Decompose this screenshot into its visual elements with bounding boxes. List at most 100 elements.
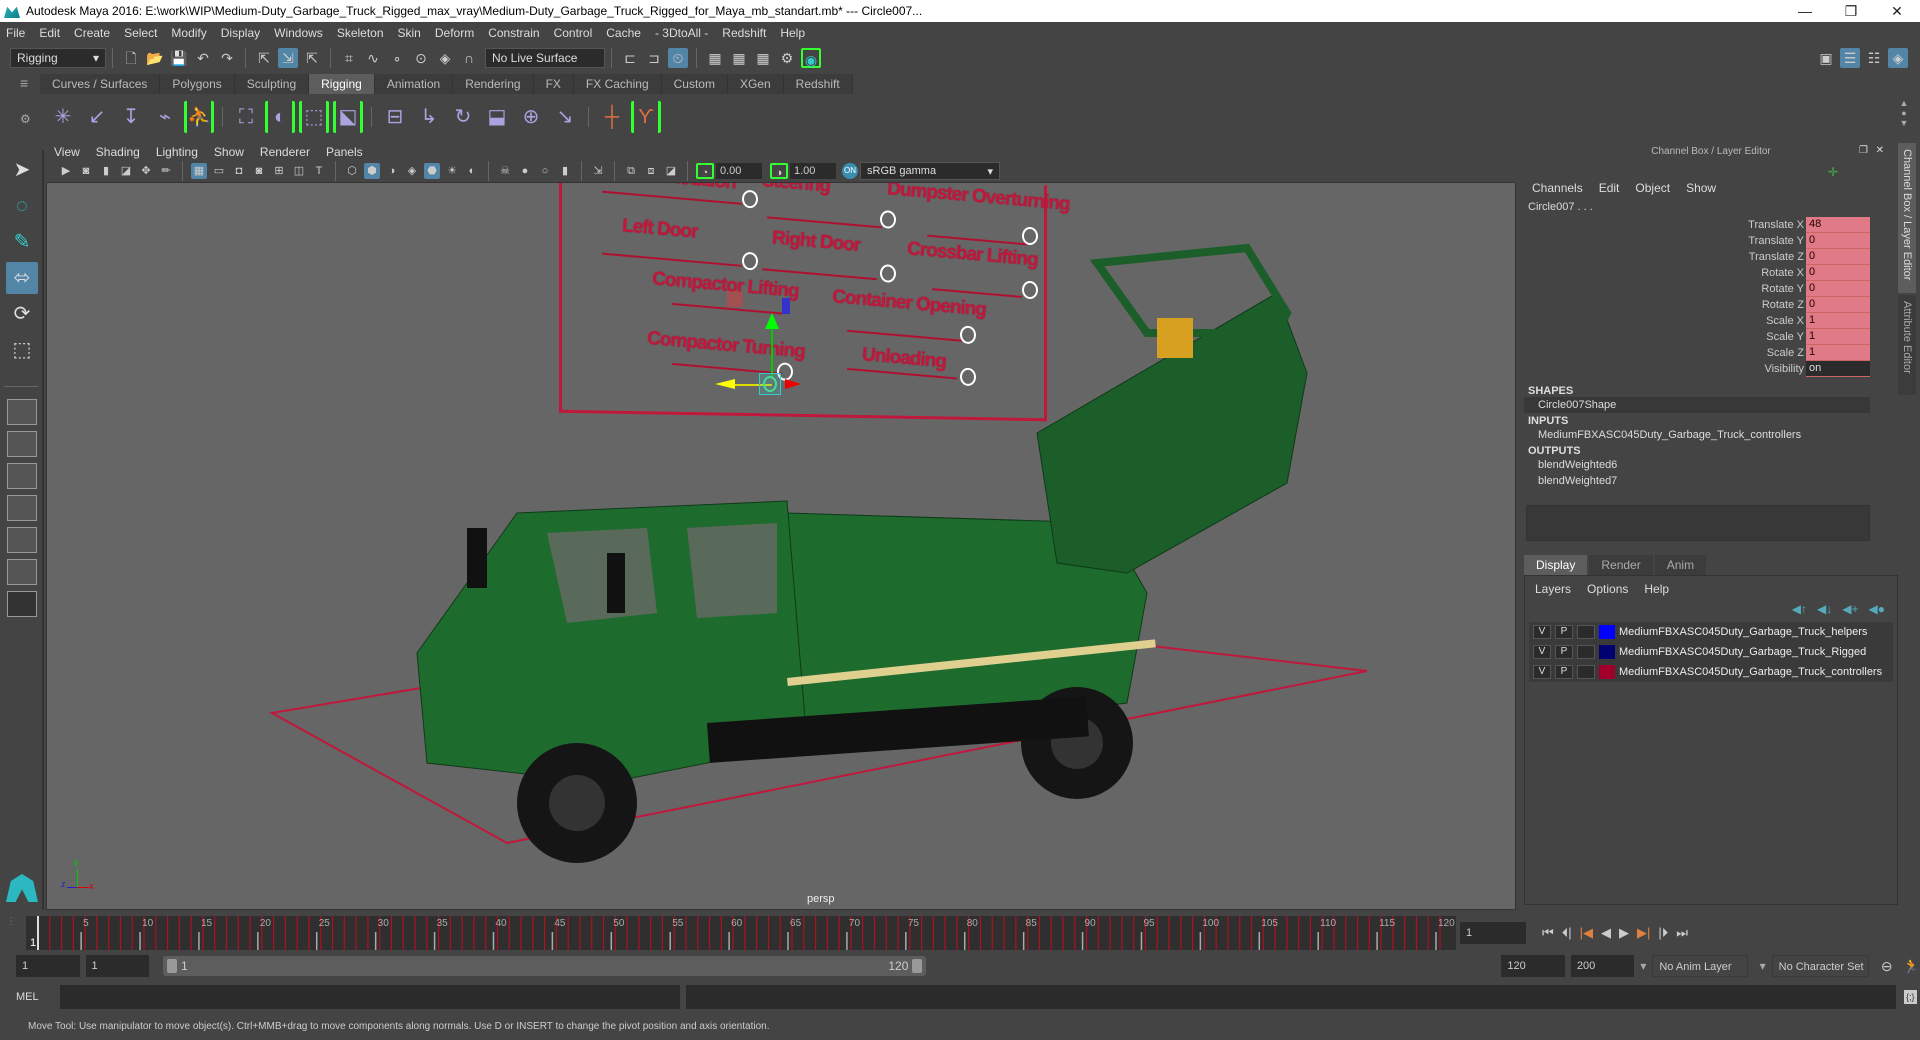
attribute-name[interactable]: Translate X (1748, 217, 1806, 233)
lattice-icon[interactable]: ⬚ (299, 101, 329, 133)
hik-character-icon[interactable]: ϒ (631, 101, 661, 133)
ik-handle-icon[interactable]: ↙ (82, 101, 112, 133)
attribute-value[interactable]: 0 (1806, 265, 1870, 281)
construction-history-icon[interactable]: ⏲ (668, 48, 688, 68)
four-view-layout-icon[interactable] (7, 431, 37, 457)
viewport-menu-show[interactable]: Show (214, 145, 244, 159)
menu-cache[interactable]: Cache (606, 26, 641, 40)
attribute-name[interactable]: Translate Z (1749, 249, 1806, 265)
render-settings-icon[interactable]: ⚙ (777, 48, 797, 68)
film-gate-icon[interactable]: ▭ (211, 163, 227, 179)
channel-box-toggle-icon[interactable]: ◈ (1888, 48, 1908, 68)
paint-weights-icon[interactable]: ◐ (265, 101, 295, 133)
anti-aliasing-icon[interactable]: ○ (537, 163, 553, 179)
menu-file[interactable]: File (6, 26, 25, 40)
attribute-name[interactable]: Rotate Y (1761, 281, 1806, 297)
selected-control-knob[interactable] (763, 376, 777, 392)
undo-icon[interactable]: ↶ (193, 48, 213, 68)
new-scene-icon[interactable]: 🗋 (121, 48, 141, 68)
minimize-button[interactable]: — (1782, 0, 1828, 22)
live-surface-field[interactable]: No Live Surface (485, 48, 605, 68)
menu-3dtoall[interactable]: - 3DtoAll - (655, 26, 708, 40)
menu-edit[interactable]: Edit (39, 26, 60, 40)
resolution-gate-icon[interactable]: ◘ (231, 163, 247, 179)
control-knob[interactable] (960, 325, 976, 345)
attribute-value[interactable]: 0 (1806, 297, 1870, 313)
shelf-scroll[interactable]: ▲ ● ▼ (1896, 98, 1912, 134)
shadows-icon[interactable]: ◐ (464, 163, 480, 179)
input-node[interactable]: MediumFBXASC045Duty_Garbage_Truck_contro… (1524, 427, 1898, 443)
step-back-frame-icon[interactable]: ⏴| (1562, 925, 1572, 941)
input-ops-icon[interactable]: ⊏ (620, 48, 640, 68)
layer-visibility-toggle[interactable]: V (1533, 625, 1551, 639)
textured-icon[interactable]: ⬣ (424, 163, 440, 179)
play-forwards-icon[interactable]: ▶ (1619, 925, 1629, 941)
restore-button[interactable]: ❐ (1828, 0, 1874, 22)
output-node[interactable]: blendWeighted7 (1524, 473, 1898, 489)
orient-constraint-icon[interactable]: ↻ (448, 101, 478, 133)
close-panel-icon[interactable]: ✕ (1876, 145, 1884, 156)
ik-spline-icon[interactable]: ↧ (116, 101, 146, 133)
persp-graph-layout-icon[interactable] (7, 495, 37, 521)
shelf-tab-curves-surfaces[interactable]: Curves / Surfaces (40, 74, 161, 94)
layer-menu-options[interactable]: Options (1587, 582, 1628, 596)
channel-menu-edit[interactable]: Edit (1599, 181, 1620, 195)
parent-constraint-icon[interactable]: ⊟ (380, 101, 410, 133)
xray-components-icon[interactable]: ◪ (663, 163, 679, 179)
move-manip-y-arrow[interactable] (765, 313, 779, 329)
bookmark-icon[interactable]: ▮ (98, 163, 114, 179)
layer-name[interactable]: MediumFBXASC045Duty_Garbage_Truck_Rigged (1619, 646, 1866, 658)
attribute-name[interactable]: Rotate Z (1762, 297, 1806, 313)
menu-redshift[interactable]: Redshift (722, 26, 766, 40)
layout-more-icon[interactable] (7, 591, 37, 617)
attribute-name[interactable]: Rotate X (1761, 265, 1806, 281)
control-knob[interactable] (1022, 226, 1038, 246)
layer-playback-toggle[interactable]: P (1555, 665, 1573, 679)
character-set-dropdown[interactable]: No Character Set (1771, 955, 1869, 977)
menuset-dropdown[interactable]: Rigging ▾ (10, 48, 106, 68)
menu-create[interactable]: Create (74, 26, 110, 40)
viewport-persp[interactable]: Wheels RotationSteeringDumpster Overturn… (46, 182, 1516, 910)
menu-skeleton[interactable]: Skeleton (337, 26, 384, 40)
layer-row[interactable]: V P MediumFBXASC045Duty_Garbage_Truck_cont… (1529, 662, 1893, 682)
attribute-value[interactable]: 1 (1806, 313, 1870, 329)
layer-menu-help[interactable]: Help (1644, 582, 1669, 596)
attribute-value[interactable]: 1 (1806, 329, 1870, 345)
shape-node[interactable]: Circle007Shape (1524, 397, 1870, 413)
new-layer-selected-icon[interactable]: ◀● (1869, 602, 1885, 616)
layer-visibility-toggle[interactable]: V (1533, 665, 1551, 679)
shelf-tab-fx[interactable]: FX (533, 74, 574, 94)
range-slider[interactable]: 1 120 (163, 956, 927, 976)
layer-tab-display[interactable]: Display (1524, 555, 1588, 575)
move-layer-up-icon[interactable]: ◀↑ (1792, 602, 1807, 616)
shelf-tab-rigging[interactable]: Rigging (309, 74, 375, 94)
camera-attr-icon[interactable]: ◙ (78, 163, 94, 179)
move-manip-y-axis[interactable] (771, 323, 773, 379)
grease-pencil-icon[interactable]: ✏ (158, 163, 174, 179)
layer-tab-render[interactable]: Render (1589, 555, 1653, 575)
layer-tab-anim[interactable]: Anim (1654, 555, 1707, 575)
command-input[interactable] (60, 985, 680, 1009)
layer-display-type-toggle[interactable] (1577, 645, 1595, 659)
viewport-menu-panels[interactable]: Panels (326, 145, 363, 159)
wireframe-on-shaded-icon[interactable]: ◈ (404, 163, 420, 179)
viewport-menu-renderer[interactable]: Renderer (260, 145, 310, 159)
output-node[interactable]: blendWeighted6 (1524, 457, 1898, 473)
ambient-occlusion-icon[interactable]: ☠ (497, 163, 513, 179)
attribute-value[interactable]: 1 (1806, 345, 1870, 361)
2d-pan-zoom-icon[interactable]: ✥ (138, 163, 154, 179)
menu-help[interactable]: Help (780, 26, 805, 40)
go-to-start-icon[interactable]: ⏮ (1542, 925, 1554, 941)
layer-playback-toggle[interactable]: P (1555, 625, 1573, 639)
shelf-tab-xgen[interactable]: XGen (727, 74, 784, 94)
output-ops-icon[interactable]: ⊐ (644, 48, 664, 68)
move-layer-down-icon[interactable]: ◀↓ (1817, 602, 1832, 616)
time-slider[interactable]: 5 10 15 20 25 30 35 40 45 50 55 60 65 70 75 80 85 90 95 100… (26, 916, 1456, 950)
control-knob[interactable] (880, 264, 896, 283)
hik-icon[interactable]: ┼ (597, 101, 627, 133)
single-perspective-layout-icon[interactable] (7, 399, 37, 425)
animation-prefs-icon[interactable]: 🏃 (1903, 958, 1920, 975)
select-tool-icon[interactable]: ➤ (6, 154, 38, 186)
attribute-name[interactable]: Scale Z (1767, 345, 1806, 361)
move-manip-plane-yz[interactable] (782, 298, 790, 314)
